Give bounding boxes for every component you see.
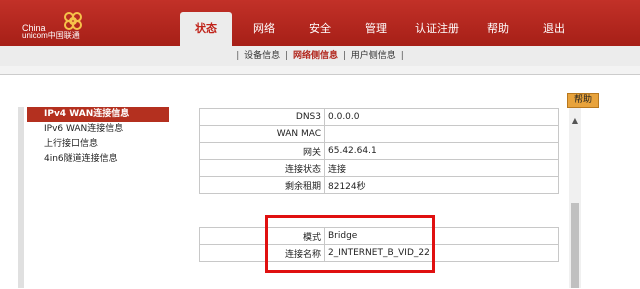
- row-key: WAN MAC: [199, 125, 325, 143]
- top-banner: China unicom中国联通 状态 网络 安全 管理 认证注册 帮助 退出: [0, 0, 640, 46]
- row-value: 65.42.64.1: [324, 142, 559, 160]
- nav-tab-status[interactable]: 状态: [180, 12, 232, 46]
- nav-tab-help[interactable]: 帮助: [470, 0, 526, 46]
- sidebar-item-ipv6-wan[interactable]: IPv6 WAN连接信息: [27, 122, 169, 137]
- row-key: 剩余租期: [199, 176, 325, 194]
- row-key: 网关: [199, 142, 325, 160]
- sidebar-edge: [18, 107, 24, 288]
- row-key: 连接状态: [199, 159, 325, 177]
- row-key: DNS3: [199, 108, 325, 126]
- nav-tab-network[interactable]: 网络: [236, 0, 292, 46]
- nav-tab-auth-register[interactable]: 认证注册: [404, 0, 470, 46]
- sidebar-item-4in6-tunnel[interactable]: 4in6隧道连接信息: [27, 152, 169, 167]
- row-value: 连接: [324, 159, 559, 177]
- table-row: DNS3 0.0.0.0: [199, 108, 559, 126]
- scroll-up-icon[interactable]: ▲: [570, 116, 580, 126]
- table-row: WAN MAC: [199, 125, 559, 143]
- sub-nav: | 设备信息 | 网络侧信息 | 用户侧信息 |: [0, 46, 640, 66]
- row-value: 82124秒: [324, 176, 559, 194]
- wan-info-table: DNS3 0.0.0.0 WAN MAC 网关 65.42.64.1 连接状态 连接 …: [199, 108, 559, 194]
- sidebar-item-ipv4-wan[interactable]: IPv4 WAN连接信息: [27, 107, 169, 122]
- sidebar-item-uplink[interactable]: 上行接口信息: [27, 137, 169, 152]
- subnav-network-side-info[interactable]: 网络侧信息: [293, 51, 338, 61]
- sidebar: IPv4 WAN连接信息 IPv6 WAN连接信息 上行接口信息 4in6隧道连…: [27, 107, 169, 288]
- scroll-thumb[interactable]: [571, 203, 579, 288]
- row-value: [324, 125, 559, 143]
- table-row: 网关 65.42.64.1: [199, 142, 559, 160]
- right-margin: [583, 108, 640, 288]
- table-row: 连接状态 连接: [199, 159, 559, 177]
- china-unicom-logo: China unicom中国联通: [8, 6, 88, 42]
- subnav-device-info[interactable]: 设备信息: [244, 51, 280, 61]
- scrollbar[interactable]: ▲: [569, 108, 581, 288]
- brand-line2: unicom中国联通: [22, 31, 80, 40]
- table-row: 剩余租期 82124秒: [199, 176, 559, 194]
- help-button[interactable]: 帮助: [567, 93, 599, 108]
- divider: [0, 66, 640, 74]
- nav-tab-management[interactable]: 管理: [348, 0, 404, 46]
- nav-tab-logout[interactable]: 退出: [526, 0, 582, 46]
- highlight-box: [265, 215, 435, 273]
- nav-tab-security[interactable]: 安全: [292, 0, 348, 46]
- main-nav: 状态 网络 安全 管理 认证注册 帮助 退出: [180, 0, 582, 46]
- row-value: 0.0.0.0: [324, 108, 559, 126]
- subnav-user-side-info[interactable]: 用户侧信息: [351, 51, 396, 61]
